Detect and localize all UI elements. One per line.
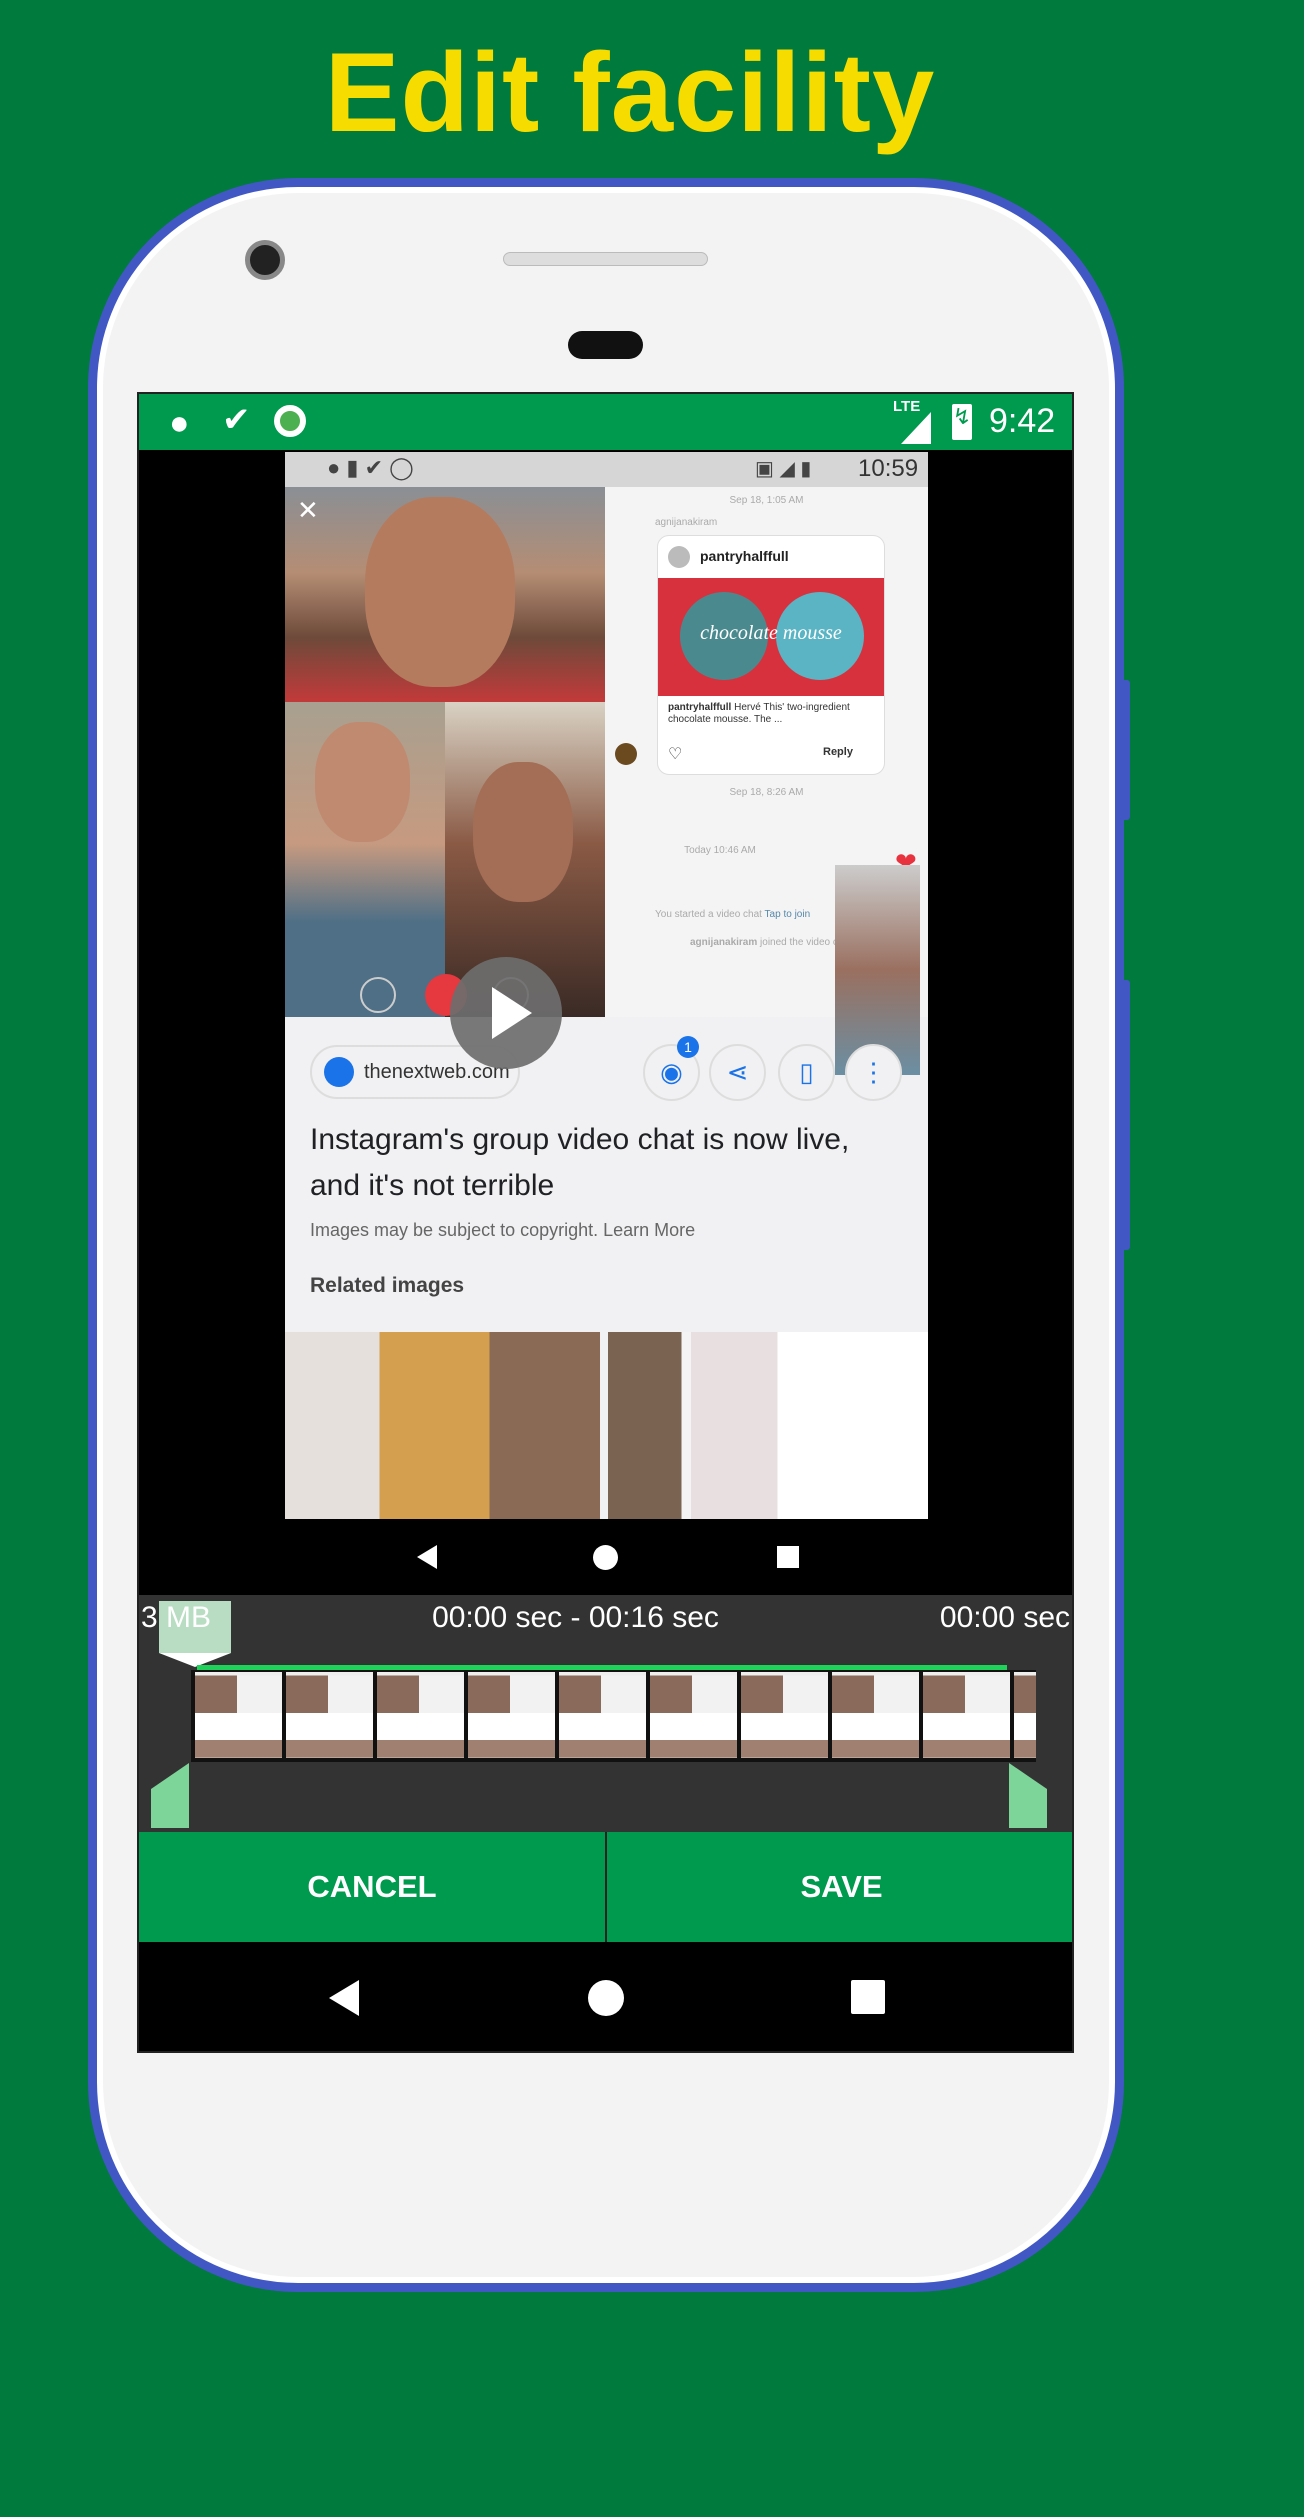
clock: 9:42 (989, 402, 1056, 440)
proximity-sensor (568, 331, 643, 359)
video-thumbnail (832, 1672, 919, 1758)
speaker-grille (503, 252, 708, 266)
inner-status-bar: ● ▮ ✔ ◯ ▣ ◢ ▮ 10:59 (285, 452, 928, 487)
chat-date: Today 10:46 AM (684, 845, 756, 856)
download-done-icon: ✔ (222, 401, 251, 439)
recents-button[interactable] (851, 1980, 885, 2014)
post-user: pantryhalffull (700, 548, 789, 564)
video-thumbnail (923, 1672, 1010, 1758)
related-image (608, 1332, 928, 1519)
chat-panel: Sep 18, 1:05 AM agnijanakiram pantryhalf… (605, 487, 928, 1075)
video-preview[interactable]: ● ▮ ✔ ◯ ▣ ◢ ▮ 10:59 ✕ Sep 18, 1:05 AM ag… (285, 452, 928, 1519)
play-button[interactable] (450, 957, 562, 1069)
video-call-tile (285, 702, 445, 1017)
page-headline: Instagram's group video chat is now live… (310, 1123, 850, 1202)
share-icon: ⋖ (709, 1044, 766, 1101)
inner-clock: 10:59 (858, 455, 919, 482)
status-bar: ● ✔ LTE ↯ 9:42 (139, 394, 1072, 450)
signal-icon (901, 412, 931, 444)
more-icon: ⋮ (845, 1044, 902, 1101)
video-thumbnail (741, 1672, 828, 1758)
play-icon (492, 987, 532, 1039)
back-icon (417, 1545, 437, 1569)
joined-user: agnijanakiram (690, 937, 758, 948)
back-button[interactable] (329, 1980, 359, 2016)
trim-end-handle[interactable] (1009, 1763, 1047, 1828)
current-position: 00:00 sec (939, 1601, 1070, 1634)
cancel-button[interactable]: CANCEL (139, 1832, 605, 1942)
chat-date: Sep 18, 8:26 AM (729, 787, 804, 798)
reply-button: Reply (823, 746, 853, 758)
related-image (285, 1332, 600, 1519)
tap-to-join-link: Tap to join (764, 909, 811, 920)
caption-user: pantryhalffull (668, 702, 732, 713)
trim-panel: 3 MB 00:00 sec - 00:16 sec 00:00 sec (139, 1595, 1072, 1832)
bookmark-icon: ▯ (778, 1044, 835, 1101)
banner-title: Edit facility (324, 30, 936, 155)
video-thumbnail (377, 1672, 464, 1758)
system-nav-bar (139, 1942, 1072, 2051)
power-button (1120, 680, 1130, 820)
chat-date: Sep 18, 1:05 AM (729, 495, 804, 506)
home-icon (593, 1545, 618, 1570)
video-thumbnail (195, 1672, 282, 1758)
home-button[interactable] (588, 1980, 624, 2016)
front-camera (245, 240, 285, 280)
badge: 1 (677, 1036, 699, 1058)
copyright-note: Images may be subject to copyright. Lear… (310, 1220, 696, 1240)
save-button[interactable]: SAVE (607, 1832, 1072, 1942)
trim-range: 00:00 sec - 00:16 sec (432, 1601, 719, 1634)
thumbnail-strip[interactable] (191, 1670, 1036, 1762)
chat-event: You started a video chat (655, 909, 762, 920)
trim-start-handle[interactable] (151, 1763, 189, 1828)
related-heading: Related images (310, 1274, 465, 1297)
shared-post: pantryhalffull chocolate mousse pantryha… (657, 535, 885, 775)
video-thumbnail (559, 1672, 646, 1758)
post-caption: pantryhalffull Hervé This' two-ingredien… (668, 702, 878, 726)
globe-icon (324, 1057, 354, 1087)
video-thumbnail (650, 1672, 737, 1758)
keyhole-icon: ● (169, 404, 190, 442)
recents-icon (777, 1546, 799, 1568)
battery-charging-icon: ↯ (952, 404, 972, 440)
volume-button (1120, 980, 1130, 1250)
video-thumbnail (286, 1672, 373, 1758)
close-icon: ✕ (297, 495, 319, 525)
video-thumbnail (1014, 1672, 1036, 1758)
post-image: chocolate mousse (658, 578, 884, 696)
screen: ● ✔ LTE ↯ 9:42 ● ▮ ✔ ◯ ▣ ◢ ▮ 10:59 ✕ Sep… (137, 392, 1074, 2053)
like-icon: ♡ (668, 746, 683, 763)
post-image-text: chocolate mousse (700, 622, 842, 644)
video-thumbnail (468, 1672, 555, 1758)
record-icon (274, 405, 306, 437)
video-call-tile: ✕ (285, 487, 605, 702)
video-nav-bar (139, 1519, 1072, 1595)
chat-sender: agnijanakiram (655, 517, 718, 528)
camera-toggle-icon (360, 977, 396, 1013)
